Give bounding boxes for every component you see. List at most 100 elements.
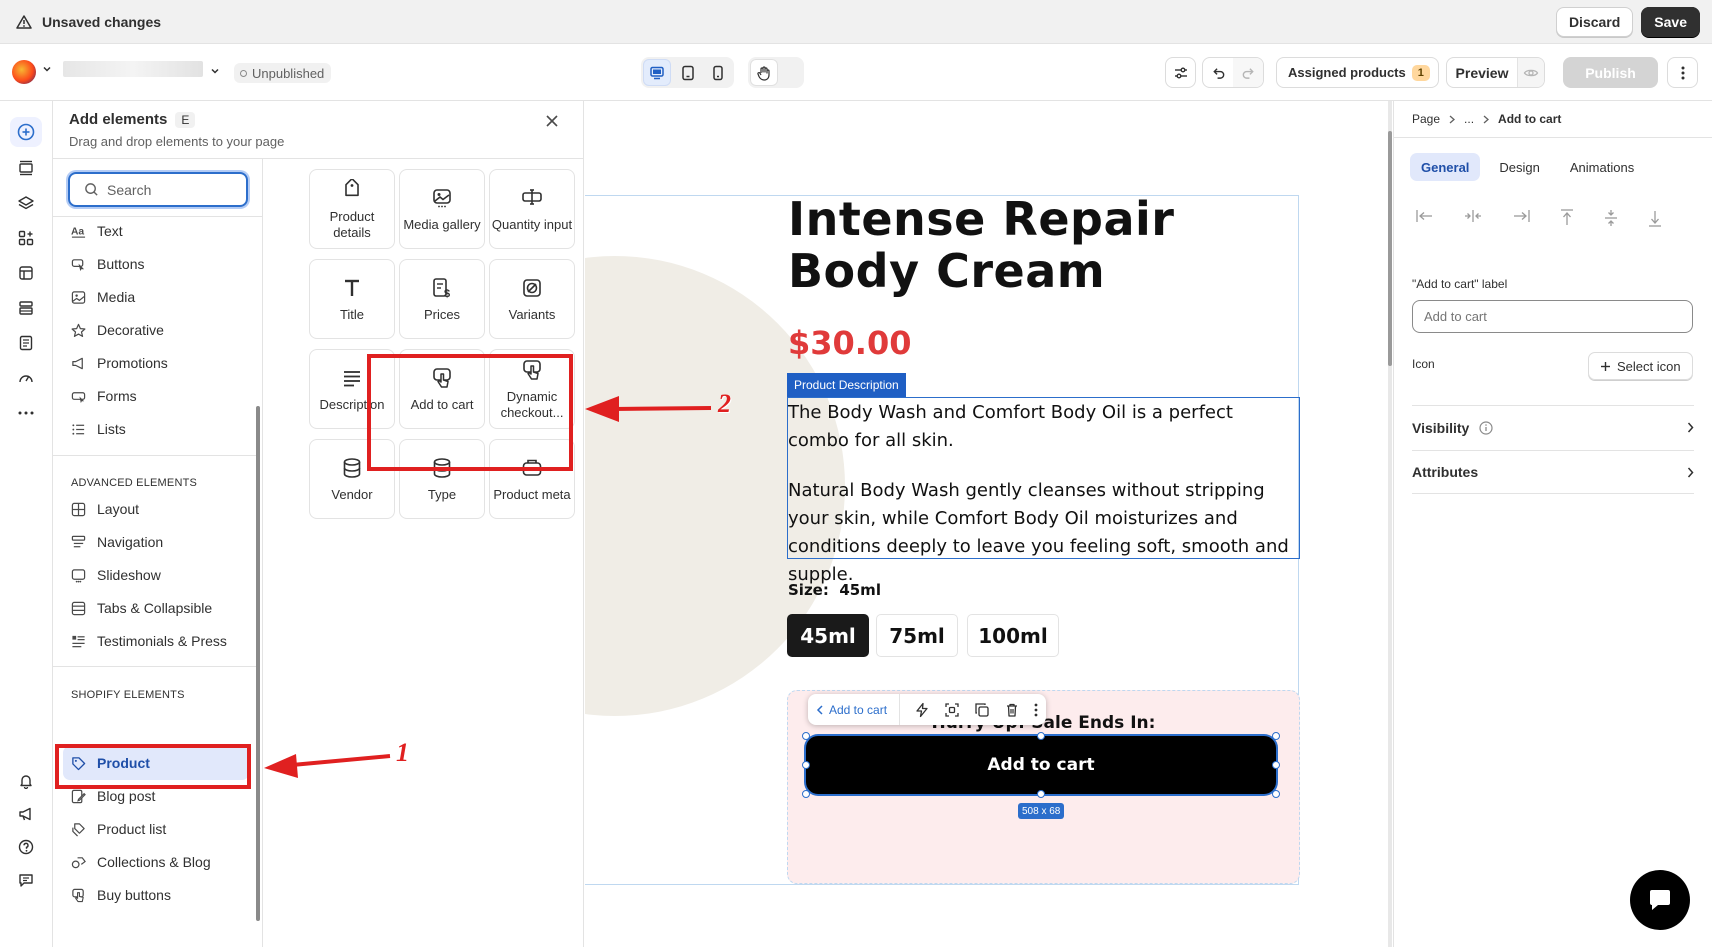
- category-lists[interactable]: Lists: [71, 417, 126, 441]
- category-collections-blog[interactable]: Collections & Blog: [71, 850, 211, 874]
- category-label: Lists: [97, 421, 126, 437]
- resize-handle[interactable]: [1037, 790, 1045, 798]
- templates-rail-button[interactable]: [10, 293, 42, 323]
- align-center-horizontal-icon[interactable]: [1464, 209, 1482, 227]
- product-description[interactable]: The Body Wash and Comfort Body Oil is a …: [787, 397, 1300, 585]
- align-left-icon[interactable]: [1416, 209, 1434, 227]
- breadcrumb-current: Add to cart: [1498, 112, 1562, 126]
- duplicate-icon[interactable]: [974, 702, 990, 718]
- tile-title[interactable]: Title: [309, 259, 395, 339]
- select-parent-button[interactable]: Add to cart: [816, 694, 901, 725]
- tile-media-gallery[interactable]: Media gallery: [399, 169, 485, 249]
- sections-rail-button[interactable]: [10, 153, 42, 183]
- chevron-down-icon[interactable]: [42, 64, 52, 74]
- size-option-45ml[interactable]: 45ml: [787, 614, 869, 657]
- canvas-scrollbar[interactable]: [1388, 101, 1392, 947]
- add-elements-rail-button[interactable]: [10, 117, 42, 147]
- category-buy-buttons[interactable]: Buy buttons: [71, 883, 171, 907]
- publish-button[interactable]: Publish: [1563, 57, 1658, 88]
- cursor-click-icon: [71, 257, 86, 272]
- category-decorative[interactable]: Decorative: [71, 318, 164, 342]
- apps-rail-button[interactable]: [10, 223, 42, 253]
- search-input[interactable]: Search: [68, 172, 248, 207]
- category-scrollbar[interactable]: [256, 406, 260, 921]
- category-layout[interactable]: Layout: [71, 497, 139, 521]
- breadcrumb-item[interactable]: Page: [1412, 112, 1440, 126]
- settings-sliders-button[interactable]: [1165, 57, 1196, 88]
- category-media[interactable]: Media: [71, 285, 135, 309]
- tab-general[interactable]: General: [1410, 153, 1481, 181]
- chevron-down-icon[interactable]: [210, 66, 220, 76]
- resize-handle[interactable]: [1037, 732, 1045, 740]
- tile-label: Vendor: [331, 487, 373, 502]
- lightning-icon[interactable]: [914, 702, 930, 718]
- variants-icon: [521, 275, 543, 301]
- page-name-redacted[interactable]: [63, 61, 203, 77]
- align-right-icon[interactable]: [1512, 209, 1530, 227]
- tile-product-details[interactable]: Product details: [309, 169, 395, 249]
- size-option-75ml[interactable]: 75ml: [876, 614, 958, 657]
- category-product-list[interactable]: Product list: [71, 817, 166, 841]
- tab-design[interactable]: Design: [1488, 153, 1550, 181]
- resize-handle[interactable]: [802, 761, 810, 769]
- add-to-cart-button[interactable]: Add to cart: [806, 736, 1276, 794]
- product-price[interactable]: $30.00: [788, 324, 911, 362]
- desktop-view-button[interactable]: [643, 59, 671, 86]
- info-icon[interactable]: [1479, 420, 1493, 435]
- breadcrumb-item[interactable]: ...: [1464, 112, 1474, 126]
- feedback-rail-button[interactable]: [10, 865, 42, 895]
- category-text[interactable]: Aa Text: [71, 219, 123, 243]
- more-vertical-icon[interactable]: [1034, 702, 1038, 718]
- tile-variants[interactable]: Variants: [489, 259, 575, 339]
- tablet-view-button[interactable]: [674, 59, 702, 86]
- trash-icon[interactable]: [1004, 702, 1020, 718]
- hand-tool-button[interactable]: [750, 59, 778, 86]
- category-buttons[interactable]: Buttons: [71, 252, 144, 276]
- category-slideshow[interactable]: Slideshow: [71, 563, 161, 587]
- align-middle-vertical-icon[interactable]: [1604, 209, 1618, 227]
- pages-rail-button[interactable]: [10, 328, 42, 358]
- resize-handle[interactable]: [802, 732, 810, 740]
- tab-animations[interactable]: Animations: [1559, 153, 1645, 181]
- more-rail-button[interactable]: [10, 398, 42, 428]
- select-icon-button[interactable]: Select icon: [1588, 352, 1693, 380]
- tile-quantity-input[interactable]: Quantity input: [489, 169, 575, 249]
- save-button[interactable]: Save: [1641, 6, 1700, 37]
- redo-button[interactable]: [1233, 58, 1263, 87]
- speed-rail-button[interactable]: [10, 363, 42, 393]
- product-title[interactable]: Intense Repair Body Cream: [788, 193, 1288, 297]
- align-top-icon[interactable]: [1560, 209, 1574, 227]
- preview-button[interactable]: Preview: [1447, 58, 1518, 87]
- mobile-view-button[interactable]: [704, 59, 732, 86]
- support-chat-button[interactable]: [1630, 870, 1690, 930]
- category-promotions[interactable]: Promotions: [71, 351, 168, 375]
- tile-prices[interactable]: $ Prices: [399, 259, 485, 339]
- store-rail-button[interactable]: [10, 258, 42, 288]
- preview-eye-button[interactable]: [1518, 58, 1544, 87]
- category-tabs-collapsible[interactable]: Tabs & Collapsible: [71, 596, 212, 620]
- category-forms[interactable]: Forms: [71, 384, 137, 408]
- more-actions-button[interactable]: [1667, 57, 1698, 88]
- close-icon[interactable]: [544, 113, 560, 129]
- help-rail-button[interactable]: [10, 832, 42, 862]
- resize-handle[interactable]: [1272, 732, 1280, 740]
- quantity-icon: [521, 185, 543, 211]
- category-navigation[interactable]: Navigation: [71, 530, 163, 554]
- category-testimonials[interactable]: Testimonials & Press: [71, 629, 227, 653]
- align-bottom-icon[interactable]: [1648, 209, 1662, 227]
- size-option-100ml[interactable]: 100ml: [967, 614, 1059, 657]
- resize-handle[interactable]: [802, 790, 810, 798]
- assigned-products-button[interactable]: Assigned products 1: [1276, 57, 1439, 88]
- notifications-rail-button[interactable]: [10, 766, 42, 796]
- select-frame-icon[interactable]: [944, 702, 960, 718]
- layers-rail-button[interactable]: [10, 188, 42, 218]
- resize-handle[interactable]: [1272, 761, 1280, 769]
- discard-button[interactable]: Discard: [1555, 6, 1634, 37]
- store-logo[interactable]: [12, 60, 36, 84]
- visibility-accordion[interactable]: Visibility: [1412, 405, 1694, 449]
- add-to-cart-label-input[interactable]: [1412, 300, 1693, 333]
- announcements-rail-button[interactable]: [10, 799, 42, 829]
- resize-handle[interactable]: [1272, 790, 1280, 798]
- undo-button[interactable]: [1203, 58, 1233, 87]
- attributes-accordion[interactable]: Attributes: [1412, 450, 1694, 494]
